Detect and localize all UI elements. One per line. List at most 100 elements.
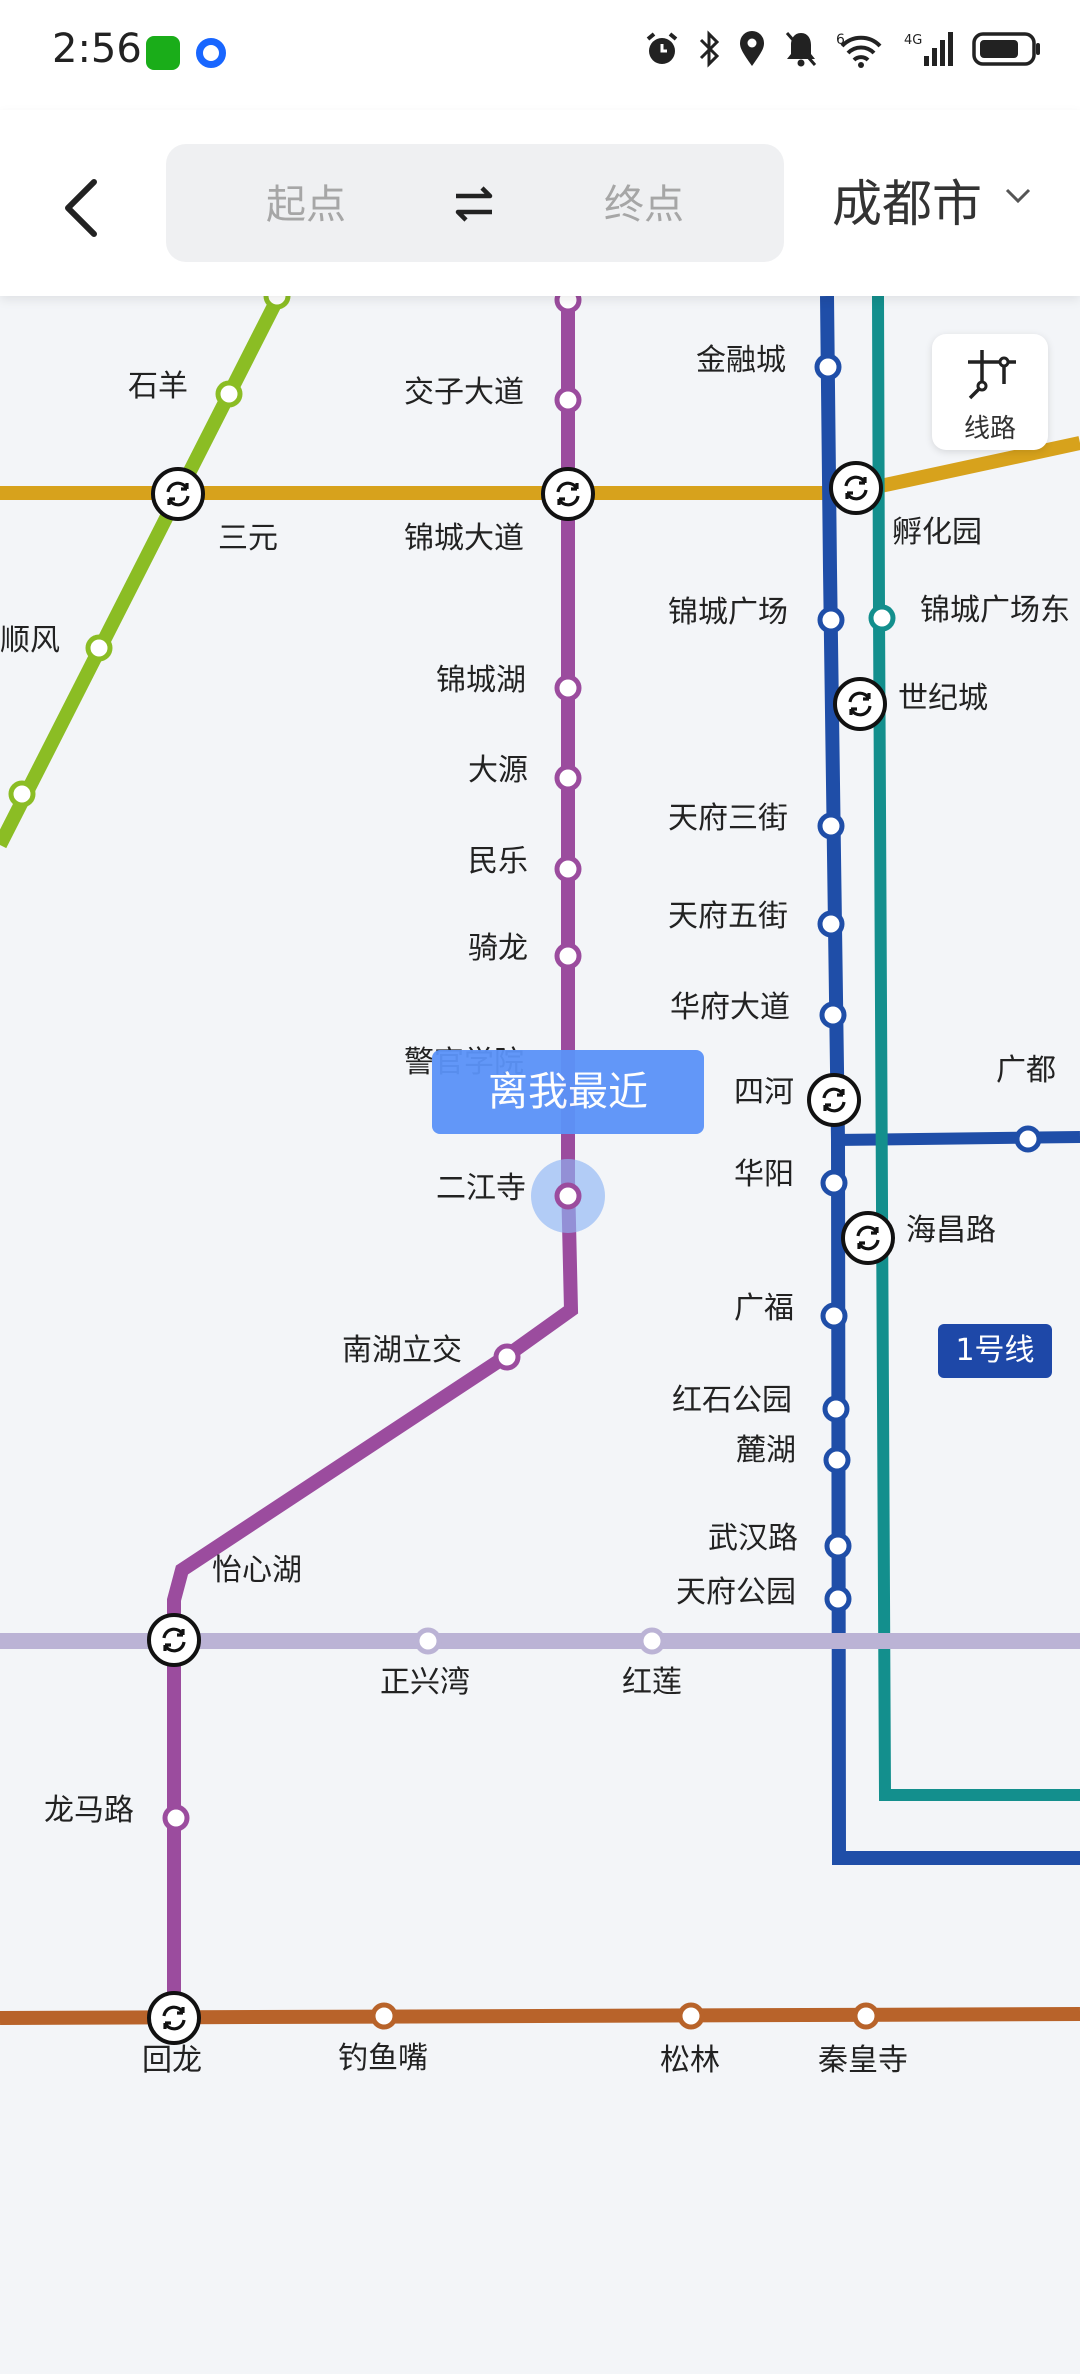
alarm-icon xyxy=(646,32,678,64)
station-dot[interactable] xyxy=(852,2002,880,2030)
app-dot-icon xyxy=(196,38,226,68)
station-dot[interactable] xyxy=(824,1585,852,1613)
bluetooth-icon xyxy=(699,30,720,68)
status-time: 2:56 xyxy=(52,26,142,72)
station-label[interactable]: 三元 xyxy=(218,521,278,556)
station-dot[interactable] xyxy=(85,634,113,662)
transfer-station-icon[interactable] xyxy=(147,1613,201,1667)
station-dot[interactable] xyxy=(493,1343,521,1371)
transfer-station-icon[interactable] xyxy=(541,467,595,521)
station-dot[interactable] xyxy=(263,296,291,310)
back-icon[interactable] xyxy=(48,158,118,258)
station-label[interactable]: 龙马路 xyxy=(44,1793,134,1828)
station-label[interactable]: 锦城广场东 xyxy=(920,593,1070,628)
status-bar: 2:56 6 4G xyxy=(0,0,1080,110)
station-dot[interactable] xyxy=(8,780,36,808)
route-search-box: 起点 终点 xyxy=(166,144,784,262)
station-dot[interactable] xyxy=(554,764,582,792)
station-label[interactable]: 锦城广场 xyxy=(668,595,788,630)
station-dot[interactable] xyxy=(822,1395,850,1423)
metro-map[interactable]: 石羊 三元 顺风 交子大道 锦城大道 锦城湖 大源 民乐 骑龙 警官学院 二江寺… xyxy=(0,296,1080,2374)
station-label[interactable]: 海昌路 xyxy=(906,1213,996,1248)
chevron-down-icon[interactable] xyxy=(1004,186,1032,206)
station-label[interactable]: 武汉路 xyxy=(708,1521,798,1556)
station-label[interactable]: 天府三街 xyxy=(668,801,788,836)
station-label[interactable]: 红莲 xyxy=(622,1665,682,1700)
station-dot[interactable] xyxy=(215,380,243,408)
transfer-station-icon[interactable] xyxy=(841,1211,895,1265)
station-label[interactable]: 钓鱼嘴 xyxy=(338,2041,428,2076)
route-lines-icon xyxy=(968,350,1016,400)
line-blue-branch xyxy=(833,1131,1080,1146)
station-dot[interactable] xyxy=(554,855,582,883)
location-icon xyxy=(740,31,764,66)
station-label[interactable]: 孵化园 xyxy=(892,515,982,550)
line-1-badge[interactable]: 1号线 xyxy=(938,1324,1052,1378)
station-dot[interactable] xyxy=(817,910,845,938)
station-dot[interactable] xyxy=(554,1182,582,1210)
station-label[interactable]: 天府五街 xyxy=(668,899,788,934)
station-dot[interactable] xyxy=(554,386,582,414)
station-label[interactable]: 大源 xyxy=(468,753,528,788)
station-dot[interactable] xyxy=(1014,1125,1042,1153)
station-dot[interactable] xyxy=(554,674,582,702)
station-dot[interactable] xyxy=(820,1302,848,1330)
station-dot[interactable] xyxy=(370,2002,398,2030)
station-label[interactable]: 四河 xyxy=(734,1075,794,1110)
station-dot[interactable] xyxy=(819,1001,847,1029)
station-dot[interactable] xyxy=(554,942,582,970)
station-label[interactable]: 麓湖 xyxy=(736,1433,796,1468)
station-dot[interactable] xyxy=(824,1532,852,1560)
station-label[interactable]: 石羊 xyxy=(128,369,188,404)
city-selector[interactable]: 成都市 xyxy=(832,164,982,236)
station-dot[interactable] xyxy=(162,1804,190,1832)
transfer-station-icon[interactable] xyxy=(151,467,205,521)
station-dot[interactable] xyxy=(820,1169,848,1197)
station-dot[interactable] xyxy=(414,1627,442,1655)
station-label[interactable]: 松林 xyxy=(660,2043,720,2078)
transfer-station-icon[interactable] xyxy=(147,1991,201,2045)
status-icons: 6 4G xyxy=(644,30,1042,68)
station-label[interactable]: 锦城大道 xyxy=(404,521,524,556)
station-label[interactable]: 正兴湾 xyxy=(380,1665,470,1700)
station-dot[interactable] xyxy=(814,353,842,381)
battery-icon xyxy=(972,32,1040,66)
transfer-stations xyxy=(147,461,895,2045)
station-dot[interactable] xyxy=(677,2002,705,2030)
station-dot[interactable] xyxy=(868,604,896,632)
station-label[interactable]: 南湖立交 xyxy=(342,1333,462,1368)
station-dot[interactable] xyxy=(638,1627,666,1655)
station-label[interactable]: 二江寺 xyxy=(436,1171,526,1206)
swap-icon[interactable] xyxy=(448,178,500,230)
transfer-station-icon[interactable] xyxy=(807,1073,861,1127)
start-point-field[interactable]: 起点 xyxy=(226,172,386,230)
station-label[interactable]: 华府大道 xyxy=(670,990,790,1025)
wifi-icon: 6 xyxy=(836,32,882,68)
station-label[interactable]: 交子大道 xyxy=(404,375,524,410)
station-label[interactable]: 骑龙 xyxy=(468,931,528,966)
end-point-field[interactable]: 终点 xyxy=(564,172,724,230)
svg-text:4G: 4G xyxy=(904,33,922,48)
metro-map-canvas[interactable]: 石羊 三元 顺风 交子大道 锦城大道 锦城湖 大源 民乐 骑龙 警官学院 二江寺… xyxy=(0,296,1080,2374)
station-dot[interactable] xyxy=(817,812,845,840)
station-dot[interactable] xyxy=(817,606,845,634)
route-lines-button[interactable]: 线路 xyxy=(932,334,1048,450)
station-label[interactable]: 回龙 xyxy=(142,2043,202,2078)
station-label[interactable]: 广都 xyxy=(996,1053,1056,1088)
station-label[interactable]: 秦皇寺 xyxy=(818,2043,908,2078)
station-label[interactable]: 民乐 xyxy=(468,844,528,879)
station-label[interactable]: 广福 xyxy=(734,1291,794,1326)
station-dot[interactable] xyxy=(554,296,582,314)
route-search-header: 起点 终点 成都市 xyxy=(0,110,1080,296)
station-label[interactable]: 世纪城 xyxy=(898,681,988,716)
station-label[interactable]: 天府公园 xyxy=(676,1575,796,1610)
station-label[interactable]: 怡心湖 xyxy=(212,1553,302,1588)
station-label[interactable]: 锦城湖 xyxy=(436,663,526,698)
station-label[interactable]: 红石公园 xyxy=(672,1383,792,1418)
transfer-station-icon[interactable] xyxy=(833,677,887,731)
transfer-station-icon[interactable] xyxy=(829,461,883,515)
station-label[interactable]: 顺风 xyxy=(0,623,60,658)
station-dot[interactable] xyxy=(823,1446,851,1474)
station-label[interactable]: 华阳 xyxy=(734,1157,794,1192)
station-label[interactable]: 金融城 xyxy=(696,343,786,378)
